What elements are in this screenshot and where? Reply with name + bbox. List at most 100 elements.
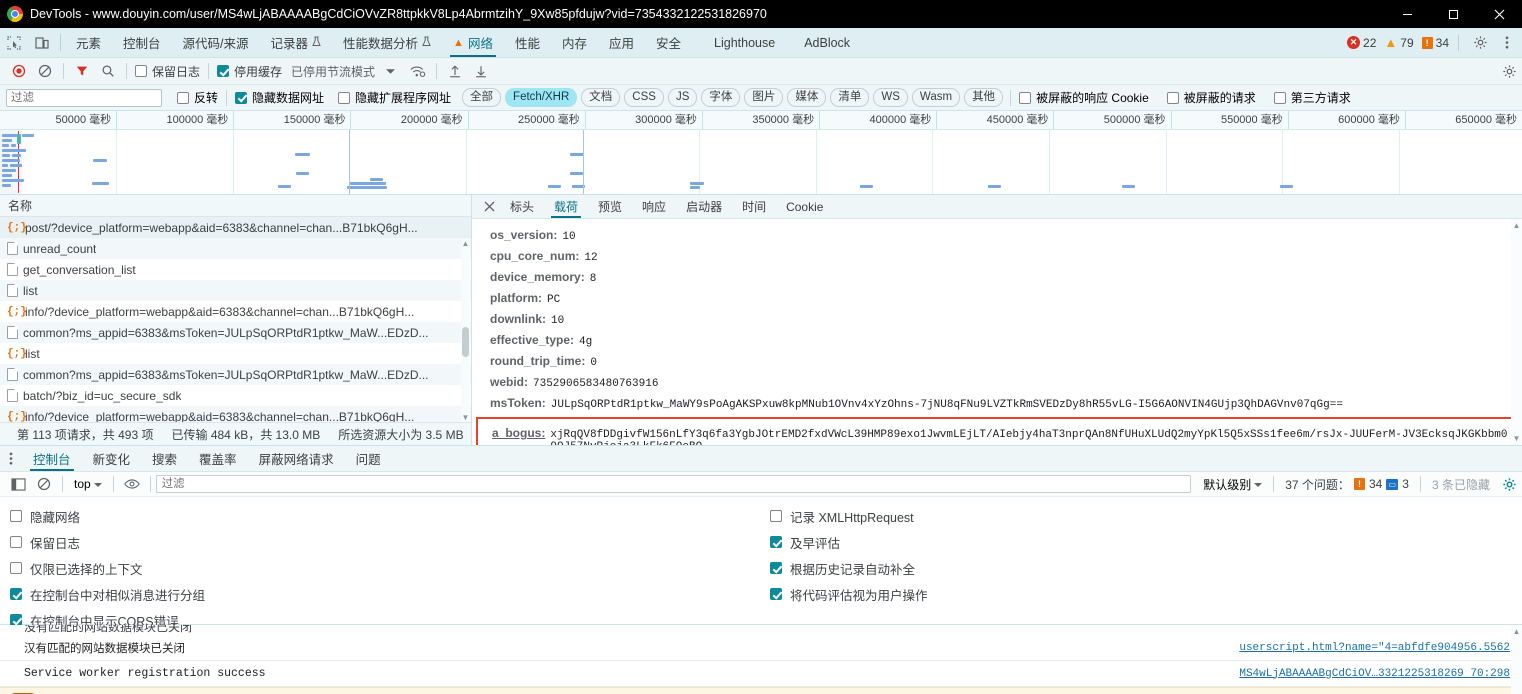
preserve-log-checkbox[interactable]: 保留日志	[132, 63, 203, 80]
payload-content[interactable]: os_version: 10 cpu_core_num: 12 device_m…	[472, 219, 1522, 445]
table-row[interactable]: unread_count	[0, 238, 471, 259]
payload-scrollbar[interactable]: ▲ ▼	[1511, 219, 1522, 445]
tab-headers[interactable]: 标头	[500, 195, 544, 218]
setting-autocomplete-history[interactable]: 根据历史记录自动补全	[770, 555, 928, 581]
import-har-icon[interactable]	[442, 64, 468, 79]
type-filter-font[interactable]: 字体	[701, 88, 741, 107]
type-filter-other[interactable]: 其他	[964, 88, 1004, 107]
device-toolbar-icon[interactable]	[28, 28, 56, 57]
tab-payload[interactable]: 载荷	[544, 195, 588, 218]
tab-network[interactable]: ▲ 网络	[442, 28, 504, 57]
maximize-button[interactable]	[1430, 0, 1476, 28]
error-count[interactable]: ✕ 22	[1345, 36, 1378, 50]
setting-eval-as-user-action[interactable]: 将代码评估视为用户操作	[770, 581, 928, 607]
type-filter-all[interactable]: 全部	[462, 88, 502, 107]
list-item[interactable]: 汉有匹配的网站数据模块已关闭 userscript.html?name="4=a…	[0, 635, 1522, 661]
setting-hide-network[interactable]: 隐藏网络	[10, 503, 205, 529]
invert-checkbox[interactable]: 反转	[174, 89, 221, 106]
tab-performance[interactable]: 性能	[504, 28, 551, 57]
setting-group-similar[interactable]: 在控制台中对相似消息进行分组	[10, 581, 205, 607]
log-source-link[interactable]: MS4wLjABAAAABgCdCiOV…3321225318269 70:29…	[1239, 668, 1510, 680]
hide-data-urls-checkbox[interactable]: 隐藏数据网址	[232, 89, 327, 106]
hide-extension-urls-checkbox[interactable]: 隐藏扩展程序网址	[335, 89, 454, 106]
log-level-selector[interactable]: 默认级别	[1197, 476, 1268, 493]
tab-cookies[interactable]: Cookie	[776, 195, 833, 218]
more-vertical-icon[interactable]	[0, 446, 22, 471]
network-overview-timeline[interactable]: 50000 毫秒 100000 毫秒 150000 毫秒 200000 毫秒 2…	[0, 111, 1522, 195]
tab-lighthouse[interactable]: Lighthouse	[692, 28, 786, 57]
close-button[interactable]	[1476, 0, 1522, 28]
request-list[interactable]: {;} post/?device_platform=webapp&aid=638…	[0, 217, 471, 422]
filter-icon[interactable]	[69, 64, 95, 78]
table-row[interactable]: get_conversation_list	[0, 259, 471, 280]
chevron-down-icon[interactable]	[375, 68, 405, 75]
request-list-scrollbar[interactable]: ▲ ▼	[461, 239, 470, 422]
tab-timing[interactable]: 时间	[732, 195, 776, 218]
type-filter-media[interactable]: 媒体	[787, 88, 827, 107]
scroll-up-arrow[interactable]: ▲	[461, 239, 470, 248]
scroll-up-arrow[interactable]: ▲	[1511, 221, 1522, 230]
close-icon[interactable]	[478, 195, 500, 218]
more-vertical-icon[interactable]	[1498, 35, 1516, 50]
export-har-icon[interactable]	[468, 64, 494, 79]
type-filter-css[interactable]: CSS	[624, 88, 664, 107]
gear-icon[interactable]	[1466, 35, 1494, 50]
table-row[interactable]: {;} post/?device_platform=webapp&aid=638…	[0, 217, 471, 238]
setting-eager-eval[interactable]: 及早评估	[770, 529, 928, 555]
tab-security[interactable]: 安全	[645, 28, 692, 57]
drawer-tab-coverage[interactable]: 覆盖率	[188, 446, 248, 471]
overview-waterfall[interactable]	[0, 130, 1522, 194]
tab-response[interactable]: 响应	[632, 195, 676, 218]
type-filter-manifest[interactable]: 清单	[830, 88, 870, 107]
request-list-header[interactable]: 名称	[0, 195, 471, 217]
list-item[interactable]: Service worker registration success MS4w…	[0, 661, 1522, 687]
third-party-checkbox[interactable]: 第三方请求	[1271, 89, 1354, 106]
tab-application[interactable]: 应用	[598, 28, 645, 57]
tab-recorder[interactable]: 记录器	[260, 28, 333, 57]
log-source-link[interactable]: userscript.html?name="4=abfdfe904956.556…	[1239, 642, 1510, 654]
gear-icon[interactable]	[1496, 64, 1522, 79]
inspect-element-icon[interactable]	[0, 28, 28, 57]
filter-input[interactable]	[6, 88, 162, 107]
tab-performance-insights[interactable]: 性能数据分析	[332, 28, 442, 57]
show-sidebar-icon[interactable]	[5, 477, 31, 491]
console-log-area[interactable]: 没有匹配的网站数据模块已关闭 汉有匹配的网站数据模块已关闭 userscript…	[0, 625, 1522, 694]
drawer-tab-whats-new[interactable]: 新变化	[82, 446, 142, 471]
console-filter-input[interactable]	[155, 475, 1192, 493]
table-row[interactable]: batch/?biz_id=uc_secure_sdk	[0, 385, 471, 406]
scrollbar-thumb[interactable]	[462, 327, 469, 357]
minimize-button[interactable]	[1384, 0, 1430, 28]
throttling-label[interactable]: 已停用节流模式	[291, 63, 375, 80]
table-row[interactable]: {;} info/?device_platform=webapp&aid=638…	[0, 301, 471, 322]
type-filter-doc[interactable]: 文档	[581, 88, 621, 107]
table-row[interactable]: {;} list	[0, 343, 471, 364]
console-scrollbar[interactable]: ▲ ▼	[1511, 625, 1522, 694]
clear-icon[interactable]	[32, 64, 58, 78]
issues-summary[interactable]: 37 个问题： ! 34 ▭ 3	[1279, 476, 1415, 493]
drawer-tab-network-request-blocking[interactable]: 屏蔽网络请求	[248, 446, 345, 471]
table-row[interactable]: list	[0, 280, 471, 301]
drawer-tab-search[interactable]: 搜索	[141, 446, 188, 471]
table-row[interactable]: common?ms_appid=6383&msToken=JULpSqORPtd…	[0, 322, 471, 343]
drawer-tab-issues[interactable]: 问题	[345, 446, 392, 471]
table-row[interactable]: {;} info/?device_platform=webapp&aid=638…	[0, 406, 471, 422]
type-filter-js[interactable]: JS	[667, 88, 698, 107]
tab-console[interactable]: 控制台	[112, 28, 172, 57]
setting-log-xhr[interactable]: 记录 XMLHttpRequest	[770, 503, 928, 529]
search-icon[interactable]	[95, 64, 121, 78]
tab-adblock[interactable]: AdBlock	[786, 28, 861, 57]
scroll-down-arrow[interactable]: ▼	[461, 413, 470, 422]
execution-context-selector[interactable]: top	[68, 477, 108, 491]
warning-count[interactable]: ▲ 79	[1382, 36, 1415, 50]
record-icon[interactable]	[6, 64, 32, 78]
tab-initiator[interactable]: 启动器	[676, 195, 732, 218]
console-settings-gear-icon[interactable]	[1496, 477, 1522, 492]
tab-memory[interactable]: 内存	[551, 28, 598, 57]
disable-cache-checkbox[interactable]: 停用缓存	[214, 63, 285, 80]
blocked-cookies-checkbox[interactable]: 被屏蔽的响应 Cookie	[1016, 89, 1152, 106]
network-conditions-icon[interactable]	[405, 64, 431, 78]
type-filter-img[interactable]: 图片	[744, 88, 784, 107]
type-filter-fetch-xhr[interactable]: Fetch/XHR	[505, 88, 578, 107]
issue-count[interactable]: ! 34	[1420, 36, 1451, 50]
tab-preview[interactable]: 预览	[588, 195, 632, 218]
